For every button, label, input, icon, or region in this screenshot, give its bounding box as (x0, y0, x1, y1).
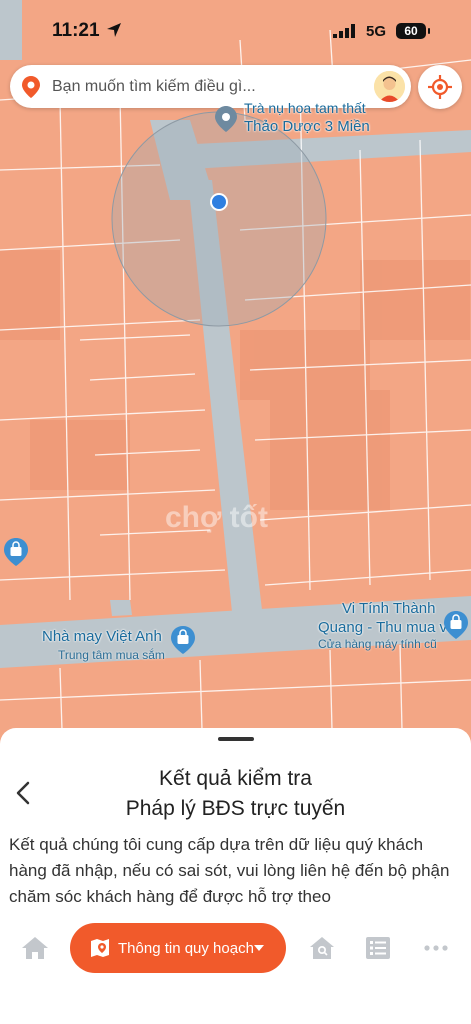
more-icon[interactable] (424, 945, 448, 951)
search-input[interactable]: Bạn muốn tìm kiếm điều gì... (52, 78, 256, 96)
map-label-computer-shop-1[interactable]: Vi Tính Thành (342, 600, 435, 617)
sheet-drag-handle[interactable] (218, 737, 254, 741)
shopping-bag-icon[interactable] (444, 611, 468, 639)
map-label-tailor[interactable]: Nhà may Việt Anh (42, 628, 162, 645)
planning-info-button[interactable]: Thông tin quy hoạch (70, 923, 286, 973)
crosshair-icon (428, 75, 452, 99)
avatar-icon (374, 71, 405, 102)
list-icon[interactable] (366, 937, 390, 959)
status-time: 11:21 (52, 20, 100, 41)
house-search-icon[interactable] (309, 936, 335, 960)
signal-icon (333, 24, 355, 38)
battery-icon: 60 (396, 23, 426, 39)
map-label-shop-2[interactable]: Thảo Dược 3 Miền (244, 118, 370, 135)
shopping-bag-icon[interactable] (4, 538, 28, 566)
map-pin-icon (22, 76, 40, 98)
map-label-shop-1[interactable]: Trà nụ hoa tam thất (244, 100, 366, 116)
home-icon[interactable] (21, 936, 49, 960)
map-plan-icon (91, 939, 109, 957)
sheet-body-text: Kết quả chúng tôi cung cấp dựa trên dữ l… (9, 835, 450, 906)
shopping-bag-icon[interactable] (171, 626, 195, 654)
caret-down-icon (254, 945, 264, 951)
status-bar: 11:21 5G 60 (0, 0, 471, 60)
locate-me-button[interactable] (418, 65, 462, 109)
location-arrow-icon (107, 23, 121, 37)
bottom-nav: Thông tin quy hoạch (0, 910, 471, 1024)
sheet-title-line2: Pháp lý BĐS trực tuyến (125, 797, 346, 820)
map-label-computer-shop-category: Cửa hàng máy tính cũ (318, 637, 437, 651)
planning-info-label: Thông tin quy hoạch (118, 940, 254, 957)
sheet-title: Kết quả kiểm tra Pháp lý BĐS trực tuyến (0, 764, 471, 824)
map-label-computer-shop-2[interactable]: Quang - Thu mua vi... (318, 619, 463, 636)
result-sheet[interactable]: Kết quả kiểm tra Pháp lý BĐS trực tuyến … (0, 728, 471, 938)
network-type: 5G (366, 23, 387, 40)
place-pin-icon[interactable] (215, 106, 237, 132)
sheet-title-line1: Kết quả kiểm tra (159, 767, 312, 790)
battery-tip (428, 28, 430, 34)
watermark: chợ tốt (165, 501, 268, 534)
map-label-tailor-category: Trung tâm mua sắm (58, 648, 165, 662)
avatar[interactable] (374, 71, 405, 102)
